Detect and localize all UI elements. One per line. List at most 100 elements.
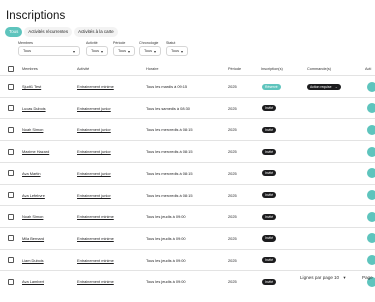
chevron-down-icon: ▾ bbox=[180, 48, 183, 54]
tab-activites-a-la-carte[interactable]: Activités à la carte bbox=[74, 27, 118, 37]
filter-chronologie-label: Chronologie bbox=[139, 41, 159, 45]
row-checkbox[interactable] bbox=[8, 257, 14, 264]
table-row[interactable]: Sjudt1 Test Entrainement minime Tous les m… bbox=[0, 75, 375, 97]
rows-per-page-value: 10 bbox=[334, 275, 340, 280]
schedule-text: Tous les mercredis à 08:15 bbox=[146, 127, 193, 133]
table-row[interactable]: Maxime Hazard Entrainement junior Tous les… bbox=[0, 140, 375, 162]
row-action-button[interactable] bbox=[367, 146, 375, 157]
activity-link[interactable]: Entrainement minime bbox=[77, 236, 114, 241]
member-name-link[interactable]: Noah Simon bbox=[22, 214, 43, 219]
col-commandes: Commande(s) bbox=[307, 67, 332, 71]
select-all-checkbox[interactable] bbox=[8, 66, 14, 72]
filter-activite-value: Tous bbox=[91, 49, 100, 53]
filter-membre-value: Tous bbox=[23, 49, 32, 53]
col-activite: Activité bbox=[77, 67, 90, 71]
row-action-button[interactable] bbox=[367, 190, 375, 200]
member-name-link[interactable]: Maxime Hazard bbox=[22, 149, 49, 154]
registration-status-badge: Invité bbox=[262, 148, 277, 155]
registration-status-badge: Réservé bbox=[262, 83, 281, 90]
order-action-label: Action requise bbox=[310, 84, 332, 89]
chevron-down-icon: ▾ bbox=[153, 48, 156, 54]
schedule-text: Tous les mercredis à 08:15 bbox=[146, 149, 193, 155]
period-text: 2025 bbox=[228, 84, 237, 89]
registration-status-badge: Invité bbox=[262, 170, 277, 177]
row-action-button[interactable] bbox=[367, 103, 375, 114]
col-inscriptions: Inscription(s) bbox=[261, 67, 283, 71]
page-title: Inscriptions bbox=[6, 10, 66, 22]
activity-link[interactable]: Entrainement junior bbox=[77, 193, 111, 198]
registration-status-badge: Invité bbox=[262, 235, 277, 242]
row-checkbox[interactable] bbox=[8, 83, 14, 90]
schedule-text: Tous les mercredis à 08:15 bbox=[146, 170, 193, 176]
table-row[interactable]: Ava Martin Entrainement junior Tous les me… bbox=[0, 161, 375, 184]
member-name-link[interactable]: Liam Dubois bbox=[22, 258, 44, 263]
table-row[interactable]: Mila Bernard Entrainement minime Tous les … bbox=[0, 226, 375, 249]
chevron-down-icon: ▾ bbox=[100, 48, 103, 54]
period-text: 2025 bbox=[228, 257, 237, 263]
filter-chronologie-value: Tous bbox=[144, 49, 153, 53]
member-name-link[interactable]: Sjudt1 Test bbox=[22, 84, 41, 89]
filter-periode-value: Tous bbox=[118, 49, 127, 53]
tab-tous[interactable]: Tous bbox=[5, 27, 23, 37]
chevron-down-icon: ▾ bbox=[72, 48, 75, 54]
row-checkbox[interactable] bbox=[8, 192, 14, 198]
col-membres: Membres bbox=[22, 67, 38, 71]
row-checkbox[interactable] bbox=[8, 235, 14, 242]
member-name-link[interactable]: Lucas Dubois bbox=[22, 106, 46, 111]
filter-activite-label: Activité bbox=[86, 41, 98, 45]
filter-periode-label: Période bbox=[113, 41, 126, 45]
table-row[interactable]: Noah Simon Entrainement minime Tous les je… bbox=[0, 205, 375, 227]
row-checkbox[interactable] bbox=[8, 126, 14, 133]
row-action-button[interactable] bbox=[367, 124, 375, 135]
table-row[interactable]: Ava Lefebvre Entrainement junior Tous les … bbox=[0, 183, 375, 206]
order-action-badge[interactable]: Action requise → bbox=[307, 83, 341, 90]
filter-membre-label: Membres bbox=[18, 41, 33, 45]
filter-activite-select[interactable]: Tous ▾ bbox=[86, 46, 108, 56]
arrow-right-icon: → bbox=[334, 84, 338, 89]
member-name-link[interactable]: Ava Martin bbox=[22, 171, 41, 176]
period-text: 2025 bbox=[228, 105, 237, 111]
activity-link[interactable]: Entrainement junior bbox=[77, 149, 111, 154]
activity-link[interactable]: Entrainement minime bbox=[77, 214, 114, 219]
row-checkbox[interactable] bbox=[8, 170, 14, 177]
row-checkbox[interactable] bbox=[8, 148, 14, 155]
schedule-text: Tous les mardis à 09:15 bbox=[146, 84, 188, 89]
activity-link[interactable]: Entrainement minime bbox=[77, 258, 114, 263]
member-name-link[interactable]: Noah Simon bbox=[22, 127, 43, 132]
filter-periode-select[interactable]: Tous ▾ bbox=[113, 46, 135, 56]
page-label: Page bbox=[362, 275, 373, 280]
schedule-text: Tous les jeudis à 09:00 bbox=[146, 235, 186, 241]
member-name-link[interactable]: Mila Bernard bbox=[22, 236, 44, 241]
row-action-button[interactable] bbox=[367, 81, 375, 92]
registration-status-badge: Invité bbox=[262, 192, 277, 199]
row-checkbox[interactable] bbox=[8, 213, 14, 220]
row-checkbox[interactable] bbox=[8, 105, 14, 112]
table-row[interactable]: Liam Dubois Entrainement minime Tous les j… bbox=[0, 248, 375, 271]
chevron-down-icon: ▾ bbox=[127, 48, 130, 54]
tab-activites-recurrentes[interactable]: Activités récurrentes bbox=[24, 27, 73, 37]
table-row[interactable]: Lucas Dubois Entrainement junior Tous les … bbox=[0, 96, 375, 119]
row-action-button[interactable] bbox=[367, 233, 375, 244]
row-action-button[interactable] bbox=[367, 211, 375, 222]
table-row[interactable]: Noah Simon Entrainement junior Tous les me… bbox=[0, 118, 375, 140]
activity-link[interactable]: Entrainement junior bbox=[77, 127, 111, 132]
tabs: Tous Activités récurrentes Activités à l… bbox=[5, 27, 118, 37]
activity-link[interactable]: Entrainement junior bbox=[77, 106, 111, 111]
row-action-button[interactable] bbox=[367, 255, 375, 266]
rows-per-page-label: Lignes par page bbox=[300, 275, 333, 280]
period-text: 2025 bbox=[228, 235, 237, 241]
activity-link[interactable]: Entrainement junior bbox=[77, 171, 111, 176]
filter-statut-select[interactable]: Tous ▾ bbox=[166, 46, 188, 56]
filter-statut-value: Tous bbox=[171, 49, 180, 53]
member-name-link[interactable]: Ava Lefebvre bbox=[22, 193, 45, 198]
period-text: 2025 bbox=[228, 170, 237, 176]
filter-membre-select[interactable]: Tous ▾ bbox=[18, 46, 80, 56]
activity-link[interactable]: Entrainement minime bbox=[77, 84, 114, 89]
registration-status-badge: Invité bbox=[262, 257, 277, 264]
rows-per-page-select[interactable]: 10 ▾ bbox=[334, 275, 346, 281]
chevron-down-icon: ▾ bbox=[343, 275, 346, 280]
row-action-button[interactable] bbox=[367, 168, 375, 179]
registration-status-badge: Invité bbox=[262, 126, 277, 134]
period-text: 2025 bbox=[228, 127, 237, 133]
filter-chronologie-select[interactable]: Tous ▾ bbox=[139, 46, 161, 56]
